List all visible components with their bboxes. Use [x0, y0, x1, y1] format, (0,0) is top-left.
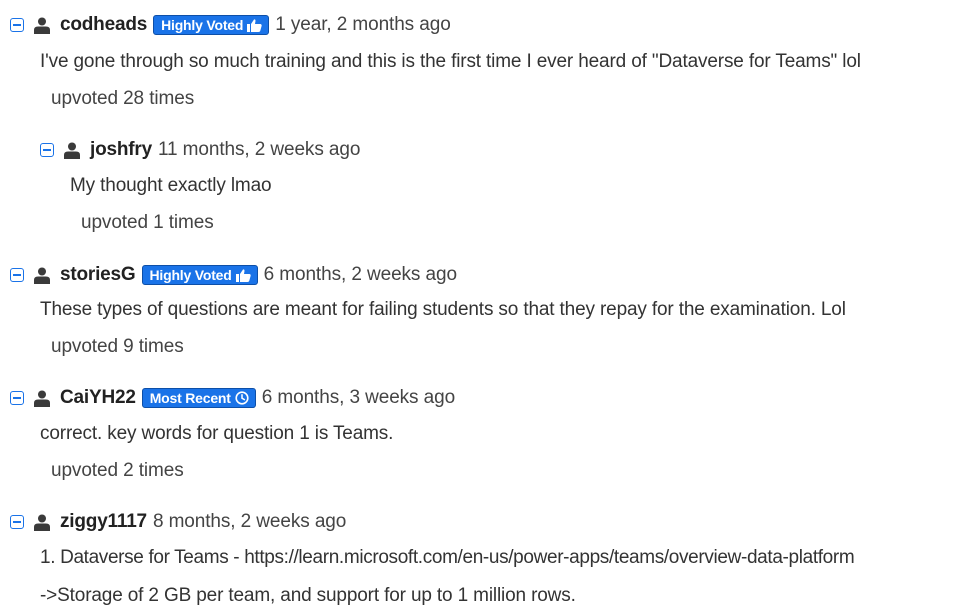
- user-icon: [34, 17, 50, 34]
- collapse-icon[interactable]: [40, 143, 54, 157]
- comment-header: joshfry 11 months, 2 weeks ago: [40, 137, 360, 163]
- comment-text-line: ->Storage of 2 GB per team, and support …: [40, 585, 576, 606]
- comment-text: I've gone through so much training and t…: [40, 51, 861, 72]
- user-icon: [34, 514, 50, 531]
- user-icon: [34, 390, 50, 407]
- user-icon: [34, 267, 50, 284]
- thumbs-up-icon: [247, 18, 262, 32]
- comment-text: These types of questions are meant for f…: [40, 299, 846, 320]
- upvote-count: upvoted 2 times: [51, 460, 184, 481]
- comment-text: correct. key words for question 1 is Tea…: [40, 423, 394, 444]
- highly-voted-badge: Highly Voted: [141, 265, 258, 285]
- username[interactable]: storiesG: [60, 264, 136, 286]
- comment-text-line: 1. Dataverse for Teams - https://learn.m…: [40, 547, 855, 568]
- collapse-icon[interactable]: [10, 391, 24, 405]
- username[interactable]: ziggy1117: [60, 511, 147, 533]
- upvote-count: upvoted 9 times: [51, 336, 184, 357]
- thumbs-up-icon: [235, 268, 251, 282]
- collapse-icon[interactable]: [10, 268, 24, 282]
- timestamp: 6 months, 2 weeks ago: [263, 264, 457, 285]
- upvote-count: upvoted 1 times: [81, 212, 214, 233]
- timestamp: 11 months, 2 weeks ago: [157, 139, 361, 160]
- timestamp: 1 year, 2 months ago: [275, 14, 451, 35]
- clock-icon: [235, 391, 249, 405]
- comment-text: My thought exactly lmao: [70, 175, 272, 196]
- timestamp: 6 months, 3 weeks ago: [261, 387, 456, 408]
- comment-header: storiesG Highly Voted 6 months, 2 weeks …: [10, 262, 457, 288]
- username[interactable]: joshfry: [90, 139, 152, 161]
- username[interactable]: codheads: [60, 14, 147, 36]
- comment-header: CaiYH22 Most Recent 6 months, 3 weeks ag…: [10, 385, 455, 411]
- most-recent-badge: Most Recent: [141, 388, 256, 408]
- user-icon: [64, 142, 80, 159]
- comment-header: codheads Highly Voted 1 year, 2 months a…: [10, 12, 451, 38]
- upvote-count: upvoted 28 times: [51, 88, 195, 109]
- timestamp: 8 months, 2 weeks ago: [152, 511, 347, 532]
- comment-header: ziggy1117 8 months, 2 weeks ago: [10, 509, 346, 535]
- username[interactable]: CaiYH22: [60, 387, 136, 409]
- collapse-icon[interactable]: [10, 515, 24, 529]
- collapse-icon[interactable]: [10, 18, 24, 32]
- highly-voted-badge: Highly Voted: [153, 15, 270, 35]
